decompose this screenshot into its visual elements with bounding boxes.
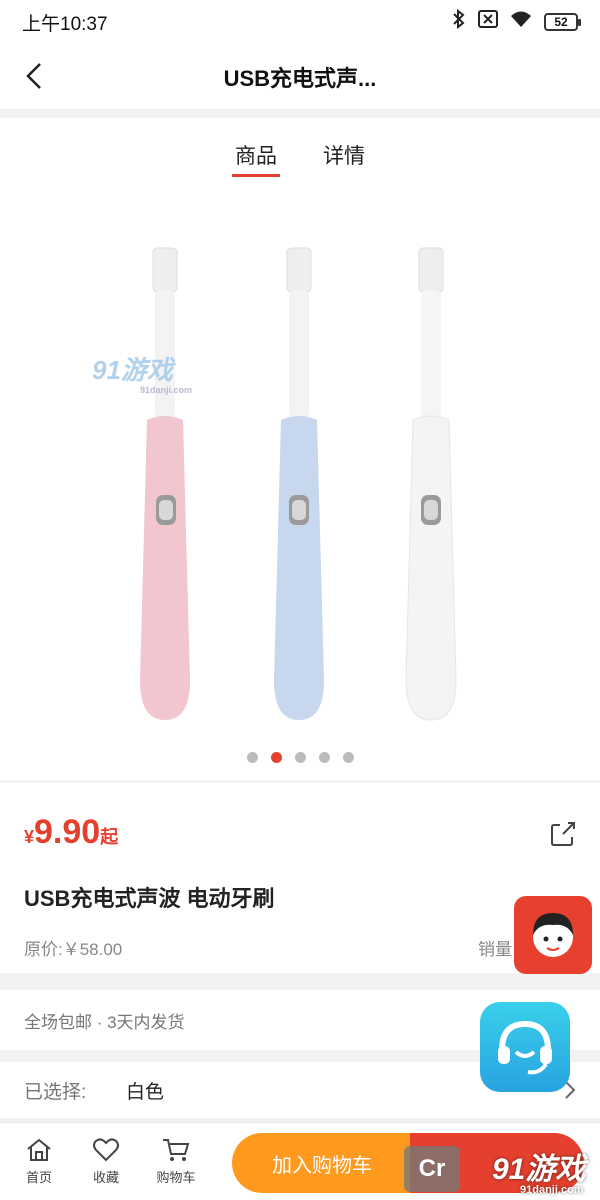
home-button[interactable]: 首页 xyxy=(9,1137,69,1186)
watermark-logo-bottom: 91游戏 91danji.com xyxy=(492,1153,586,1196)
customer-service-button[interactable] xyxy=(514,896,592,974)
product-title: USB充电式声波 电动牙刷 xyxy=(24,886,275,911)
watermark-cr: Cr xyxy=(404,1146,460,1192)
chevron-left-icon xyxy=(26,63,41,89)
pagination-dot-active[interactable] xyxy=(270,752,282,763)
home-label: 首页 xyxy=(25,1170,52,1185)
watermark-logo: 91游戏 91danji.com xyxy=(92,355,193,395)
status-time: 上午10:37 xyxy=(22,13,108,35)
cart-label: 购物车 xyxy=(156,1170,196,1185)
bluetooth-icon xyxy=(452,8,466,35)
share-icon[interactable] xyxy=(548,819,578,849)
pagination-dot[interactable] xyxy=(342,752,354,763)
original-price: 原价:￥58.00 xyxy=(24,940,123,959)
favorite-label: 收藏 xyxy=(92,1170,119,1185)
cart-icon xyxy=(163,1139,190,1161)
service-agent-icon xyxy=(533,913,573,957)
product-info-card: ¥9.90起 USB充电式声波 电动牙刷 原价:￥58.00 销量 xyxy=(0,783,600,973)
pagination-dot[interactable] xyxy=(294,752,306,763)
home-icon xyxy=(27,1138,51,1161)
heart-icon xyxy=(93,1138,119,1162)
white-toothbrush xyxy=(405,247,457,721)
back-button[interactable] xyxy=(14,56,54,96)
status-icons: 52 xyxy=(452,8,581,35)
pagination-dot[interactable] xyxy=(246,752,258,763)
tab-detail[interactable]: 详情 xyxy=(320,118,368,180)
blue-toothbrush xyxy=(274,247,324,720)
price-currency: ¥ xyxy=(24,827,35,847)
tab-product[interactable]: 商品 xyxy=(232,118,280,180)
no-sim-icon xyxy=(478,10,498,34)
cart-button[interactable]: 购物车 xyxy=(146,1137,206,1186)
price-suffix: 起 xyxy=(100,827,119,847)
pagination-dot[interactable] xyxy=(318,752,330,763)
spec-value: 白色 xyxy=(126,1081,165,1103)
battery-indicator: 52 xyxy=(544,13,581,31)
wifi-icon xyxy=(510,10,532,34)
nav-bar: USB充电式声... xyxy=(0,44,600,110)
product-image-gallery[interactable] xyxy=(0,180,600,780)
headset-icon xyxy=(498,1020,552,1075)
gallery-pagination xyxy=(0,752,600,763)
product-price: ¥9.90起 xyxy=(24,813,118,852)
pink-toothbrush xyxy=(140,247,190,720)
spec-label: 已选择: xyxy=(24,1081,87,1103)
favorite-button[interactable]: 收藏 xyxy=(76,1137,136,1186)
sales-label: 销量 xyxy=(478,940,512,959)
toothbrush-image xyxy=(140,247,457,721)
price-amount: 9.90 xyxy=(34,813,101,851)
status-bar: 上午10:37 52 xyxy=(0,0,600,44)
online-support-button[interactable] xyxy=(480,1002,570,1092)
add-to-cart-button[interactable]: 加入购物车 xyxy=(232,1133,412,1193)
page-title: USB充电式声... xyxy=(223,65,377,91)
service-text: 全场包邮 · 3天内发货 xyxy=(24,1012,185,1032)
product-tabs: 商品 详情 xyxy=(0,118,600,180)
